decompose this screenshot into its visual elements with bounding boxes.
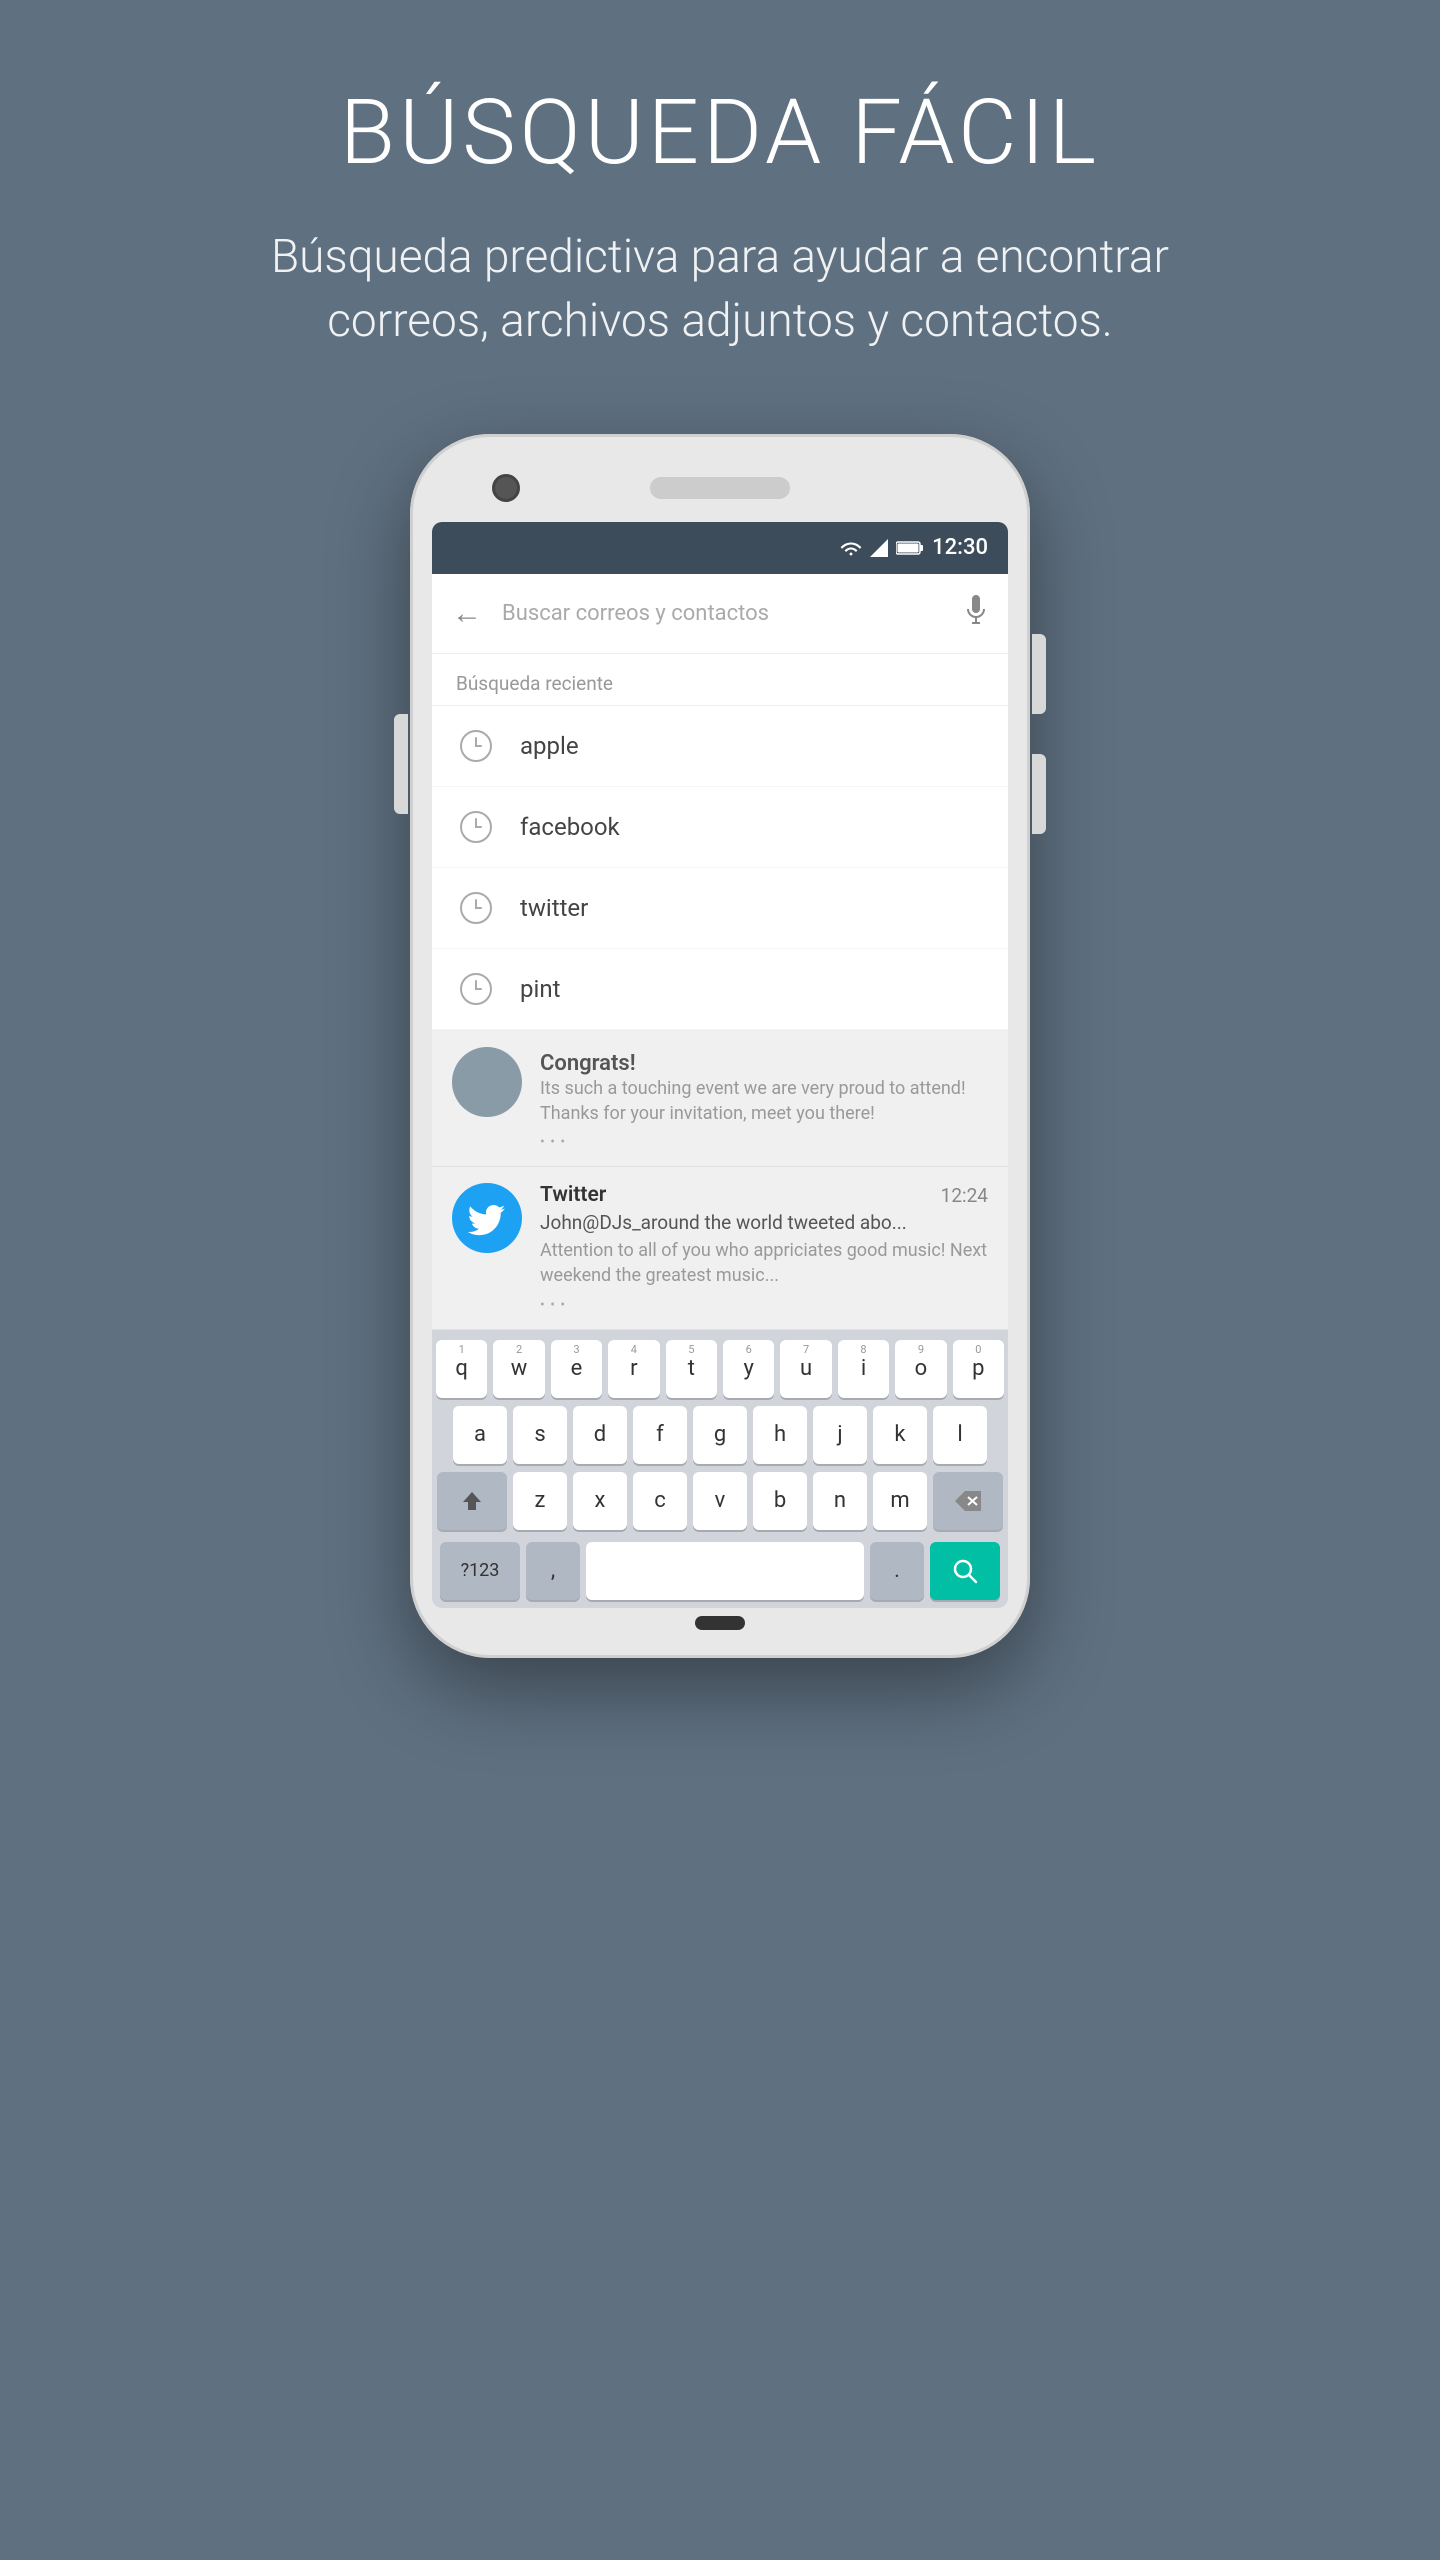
key-shift[interactable] xyxy=(437,1472,507,1530)
email-item-twitter[interactable]: Twitter 12:24 John@DJs_around the world … xyxy=(432,1167,1008,1329)
page-subtitle: Búsqueda predictiva para ayudar a encont… xyxy=(270,225,1170,354)
phone-speaker xyxy=(650,477,790,499)
search-item-label: twitter xyxy=(520,894,588,922)
key-v[interactable]: v xyxy=(693,1472,747,1530)
key-z[interactable]: z xyxy=(513,1472,567,1530)
key-e[interactable]: 3e xyxy=(551,1340,602,1398)
key-f[interactable]: f xyxy=(633,1406,687,1464)
search-item-label: apple xyxy=(520,732,579,760)
email-list: Congrats! Its such a touching event we a… xyxy=(432,1031,1008,1330)
key-a[interactable]: a xyxy=(453,1406,507,1464)
email-more-dots-twitter[interactable]: • • • xyxy=(540,1297,988,1313)
key-d[interactable]: d xyxy=(573,1406,627,1464)
key-l[interactable]: l xyxy=(933,1406,987,1464)
search-item-label: pint xyxy=(520,975,560,1003)
avatar-congrats xyxy=(452,1047,522,1117)
key-q[interactable]: 1q xyxy=(436,1340,487,1398)
recent-search-pint[interactable]: pint xyxy=(432,949,1008,1030)
key-p[interactable]: 0p xyxy=(953,1340,1004,1398)
key-t[interactable]: 5t xyxy=(666,1340,717,1398)
key-x[interactable]: x xyxy=(573,1472,627,1530)
email-sender-twitter: Twitter xyxy=(540,1183,606,1207)
back-arrow-icon[interactable]: ← xyxy=(452,596,482,631)
recent-search-facebook[interactable]: facebook xyxy=(432,787,1008,868)
key-m[interactable]: m xyxy=(873,1472,927,1530)
keyboard-row-2: a s d f g h j k l xyxy=(436,1406,1004,1464)
key-numbers-toggle[interactable]: ?123 xyxy=(440,1542,520,1600)
email-content-twitter: Twitter 12:24 John@DJs_around the world … xyxy=(540,1183,988,1312)
key-o[interactable]: 9o xyxy=(895,1340,946,1398)
email-sender-partial: Congrats! xyxy=(540,1047,988,1076)
search-input[interactable]: Buscar correos y contactos xyxy=(502,601,944,626)
key-b[interactable]: b xyxy=(753,1472,807,1530)
key-period[interactable]: . xyxy=(870,1542,924,1600)
search-item-label: facebook xyxy=(520,813,620,841)
key-s[interactable]: s xyxy=(513,1406,567,1464)
history-icon xyxy=(456,888,496,928)
email-time-twitter: 12:24 xyxy=(941,1184,988,1207)
recent-header: Búsqueda reciente xyxy=(432,654,1008,706)
phone-power-button xyxy=(1032,634,1046,714)
keyboard: 1q 2w 3e 4r 5t 6y 7u 8i 9o 0p a s d f xyxy=(432,1330,1008,1608)
email-content-congrats: Congrats! Its such a touching event we a… xyxy=(540,1047,988,1150)
email-item-congrats[interactable]: Congrats! Its such a touching event we a… xyxy=(432,1031,1008,1167)
phone-volume-left-button xyxy=(394,714,408,814)
key-comma[interactable]: , xyxy=(526,1542,580,1600)
key-delete[interactable] xyxy=(933,1472,1003,1530)
key-u[interactable]: 7u xyxy=(780,1340,831,1398)
history-icon xyxy=(456,726,496,766)
status-bar: 12:30 xyxy=(432,522,1008,574)
key-h[interactable]: h xyxy=(753,1406,807,1464)
phone-top-bar xyxy=(432,464,1008,522)
key-w[interactable]: 2w xyxy=(493,1340,544,1398)
status-time: 12:30 xyxy=(932,535,988,560)
search-bar[interactable]: ← Buscar correos y contactos xyxy=(432,574,1008,654)
key-r[interactable]: 4r xyxy=(608,1340,659,1398)
key-k[interactable]: k xyxy=(873,1406,927,1464)
history-icon xyxy=(456,969,496,1009)
recent-search-twitter[interactable]: twitter xyxy=(432,868,1008,949)
email-more-dots[interactable]: • • • xyxy=(540,1134,988,1150)
key-y[interactable]: 6y xyxy=(723,1340,774,1398)
key-search[interactable] xyxy=(930,1542,1000,1600)
phone-volume-button xyxy=(1032,754,1046,834)
phone-screen: 12:30 ← Buscar correos y contactos xyxy=(432,522,1008,1608)
page-title: BÚSQUEDA FÁCIL xyxy=(270,80,1170,185)
header-section: BÚSQUEDA FÁCIL Búsqueda predictiva para … xyxy=(150,0,1290,414)
email-preview-twitter: Attention to all of you who appriciates … xyxy=(540,1238,988,1288)
email-preview-congrats: Its such a touching event we are very pr… xyxy=(540,1076,988,1126)
keyboard-bottom-row: ?123 , . xyxy=(436,1538,1004,1604)
key-i[interactable]: 8i xyxy=(838,1340,889,1398)
keyboard-row-3: z x c v b n m xyxy=(436,1472,1004,1530)
history-icon xyxy=(456,807,496,847)
wifi-icon xyxy=(840,540,862,556)
key-j[interactable]: j xyxy=(813,1406,867,1464)
battery-icon xyxy=(896,540,924,556)
signal-icon xyxy=(870,539,888,557)
recent-searches-section: Búsqueda reciente apple xyxy=(432,654,1008,1031)
email-subject-twitter: John@DJs_around the world tweeted abo... xyxy=(540,1211,988,1234)
key-c[interactable]: c xyxy=(633,1472,687,1530)
avatar-twitter xyxy=(452,1183,522,1253)
recent-search-apple[interactable]: apple xyxy=(432,706,1008,787)
phone-fingerprint-sensor xyxy=(695,1616,745,1630)
mic-icon[interactable] xyxy=(964,595,988,632)
status-icons: 12:30 xyxy=(840,535,988,560)
key-n[interactable]: n xyxy=(813,1472,867,1530)
phone-camera xyxy=(492,474,520,502)
email-header-twitter: Twitter 12:24 xyxy=(540,1183,988,1207)
key-space[interactable] xyxy=(586,1542,864,1600)
key-g[interactable]: g xyxy=(693,1406,747,1464)
phone-mockup: 12:30 ← Buscar correos y contactos xyxy=(410,434,1030,1658)
phone-outer: 12:30 ← Buscar correos y contactos xyxy=(410,434,1030,1658)
keyboard-row-1: 1q 2w 3e 4r 5t 6y 7u 8i 9o 0p xyxy=(436,1340,1004,1398)
